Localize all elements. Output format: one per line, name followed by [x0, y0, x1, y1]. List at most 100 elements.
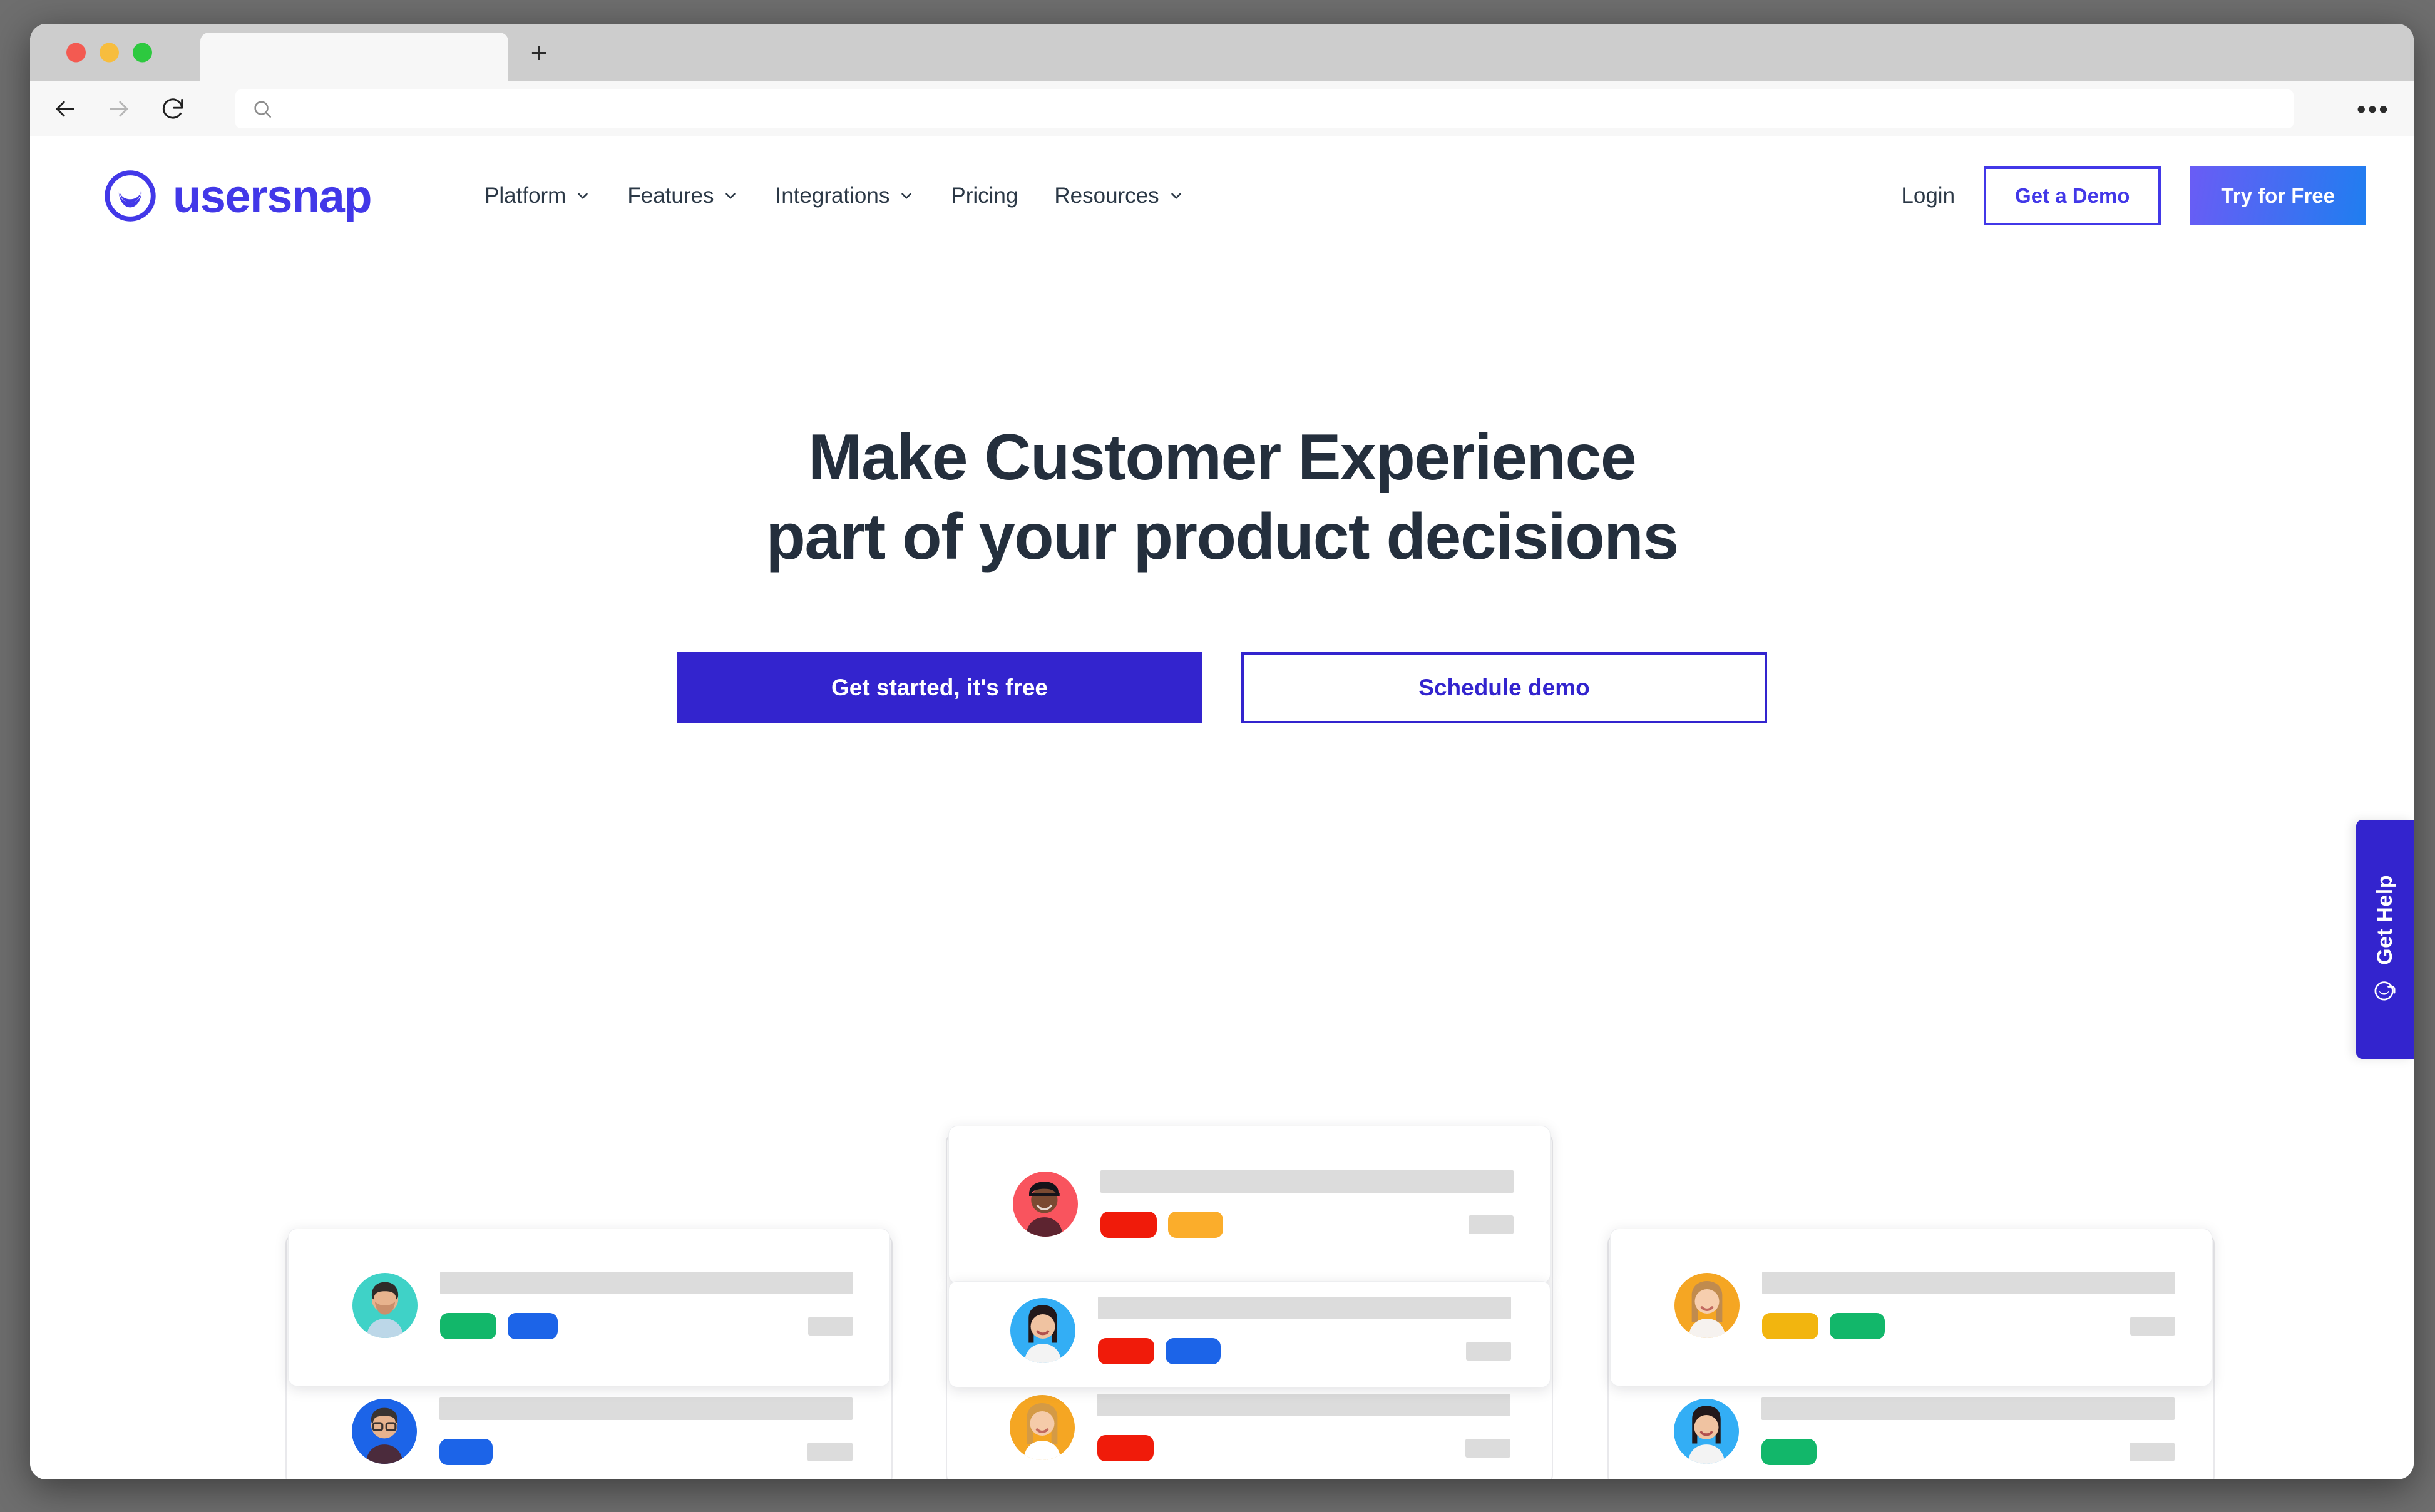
tag-chip — [1166, 1338, 1221, 1364]
list-item[interactable] — [1010, 1297, 1511, 1364]
avatar-man-cap-icon — [1026, 1182, 1063, 1237]
list-item[interactable] — [1674, 1397, 2175, 1465]
tag-chip — [1762, 1313, 1818, 1339]
card-inner-bugs[interactable] — [948, 1126, 1551, 1284]
browser-tab[interactable] — [200, 33, 508, 81]
meta-chip — [807, 1443, 853, 1461]
tag-chip — [439, 1439, 493, 1465]
tag-chip — [508, 1313, 558, 1339]
avatar — [352, 1273, 418, 1338]
list-item[interactable] — [352, 1272, 853, 1339]
card-inner-ideas[interactable] — [288, 1228, 890, 1386]
list-item[interactable] — [1013, 1170, 1514, 1238]
nav-label: Platform — [484, 183, 566, 208]
card-group-bugs: Bugs & issues — [946, 1126, 1553, 1479]
chevron-down-icon — [725, 193, 736, 199]
nav-item-pricing[interactable]: Pricing — [933, 183, 1036, 208]
list-item-body — [1761, 1397, 2175, 1465]
zoom-window-button[interactable] — [133, 43, 152, 63]
meta-chip — [808, 1317, 853, 1336]
tag-chip — [440, 1313, 496, 1339]
browser-window: + ••• usersnap Platform Features Integra… — [30, 24, 2414, 1479]
usersnap-help-icon — [2374, 981, 2396, 1001]
page-viewport: usersnap Platform Features Integrations — [30, 136, 2414, 1479]
meta-chip — [2130, 1317, 2175, 1336]
schedule-demo-button[interactable]: Schedule demo — [1241, 651, 1767, 723]
forward-arrow-icon — [110, 101, 128, 116]
get-help-tab[interactable]: Get Help — [2356, 820, 2414, 1059]
avatar-woman-blonde-2-icon — [1688, 1281, 1726, 1338]
desktop-backdrop: + ••• usersnap Platform Features Integra… — [0, 0, 2435, 1512]
hero-title-line-2: part of your product decisions — [766, 500, 1679, 573]
reload-icon — [162, 98, 183, 119]
get-started-button[interactable]: Get started, it's free — [677, 651, 1202, 723]
site-header: usersnap Platform Features Integrations — [30, 136, 2414, 255]
tag-chip — [1830, 1313, 1885, 1339]
ellipsis-icon: ••• — [2356, 94, 2390, 123]
card-inner-ratings[interactable] — [1610, 1228, 2212, 1386]
main-navigation: Platform Features Integrations Pricing R… — [466, 183, 1202, 208]
avatar — [1674, 1399, 1739, 1464]
meta-chip — [1466, 1342, 1511, 1361]
tag-row — [440, 1313, 853, 1339]
get-a-demo-button[interactable]: Get a Demo — [1984, 166, 2161, 225]
placeholder-title-bar — [1097, 1394, 1510, 1416]
try-for-free-button[interactable]: Try for Free — [2190, 166, 2366, 225]
minimize-window-button[interactable] — [100, 43, 119, 63]
chevron-down-icon — [578, 193, 588, 199]
browser-overflow-menu-button[interactable]: ••• — [2357, 96, 2390, 122]
tag-row — [1098, 1338, 1511, 1364]
nav-item-platform[interactable]: Platform — [466, 183, 609, 208]
placeholder-title-bar — [1762, 1272, 2175, 1294]
url-bar[interactable] — [235, 89, 2294, 128]
avatar-bearded-man-icon — [366, 1282, 404, 1338]
brand-logo[interactable]: usersnap — [104, 170, 372, 223]
new-tab-button[interactable]: + — [525, 38, 553, 67]
close-window-button[interactable] — [66, 43, 86, 63]
tag-chip — [1168, 1212, 1223, 1238]
nav-item-features[interactable]: Features — [609, 183, 757, 208]
nav-label: Integrations — [775, 183, 890, 208]
tag-row — [1761, 1439, 2175, 1465]
nav-item-integrations[interactable]: Integrations — [757, 183, 933, 208]
placeholder-title-bar — [1761, 1397, 2175, 1420]
list-item[interactable] — [352, 1397, 853, 1465]
hero-cta-group: Get started, it's free Schedule demo — [30, 651, 2414, 723]
placeholder-title-bar — [1100, 1170, 1514, 1193]
avatar — [352, 1399, 417, 1464]
avatar — [1013, 1172, 1078, 1237]
avatar — [1674, 1273, 1740, 1338]
get-help-label: Get Help — [2372, 875, 2397, 965]
list-item-body — [439, 1397, 853, 1465]
tag-chip — [1761, 1439, 1817, 1465]
avatar — [1010, 1298, 1075, 1363]
card-inner-bugs-2[interactable] — [948, 1281, 1551, 1387]
page-title: Make Customer Experience part of your pr… — [30, 418, 2414, 577]
tag-row — [439, 1439, 853, 1465]
nav-label: Pricing — [951, 183, 1018, 208]
nav-label: Resources — [1054, 183, 1159, 208]
back-button[interactable] — [46, 90, 84, 128]
tag-chip — [1100, 1212, 1157, 1238]
list-item[interactable] — [1674, 1272, 2175, 1339]
tag-chip — [1098, 1338, 1154, 1364]
avatar-woman-blonde-icon — [1023, 1403, 1061, 1460]
placeholder-title-bar — [440, 1272, 853, 1294]
placeholder-title-bar — [1098, 1297, 1511, 1319]
tag-row — [1100, 1212, 1514, 1238]
reload-button[interactable] — [154, 90, 192, 128]
forward-button[interactable] — [100, 90, 138, 128]
nav-item-resources[interactable]: Resources — [1036, 183, 1202, 208]
chevron-down-icon — [1171, 193, 1181, 199]
back-arrow-icon — [56, 101, 74, 116]
brand-name: usersnap — [173, 170, 372, 222]
list-item[interactable] — [1010, 1394, 1510, 1461]
search-icon — [254, 101, 272, 118]
list-item-body — [1098, 1297, 1511, 1364]
avatar-woman-dark-hair-2-icon — [1688, 1406, 1725, 1464]
placeholder-title-bar — [439, 1397, 853, 1420]
hero-title-line-1: Make Customer Experience — [807, 421, 1637, 494]
login-link[interactable]: Login — [1872, 183, 1984, 208]
card-group-ideas: Ideas & requests — [285, 1228, 893, 1479]
card-group-ratings: Ratings & customer experience — [1607, 1228, 2215, 1479]
